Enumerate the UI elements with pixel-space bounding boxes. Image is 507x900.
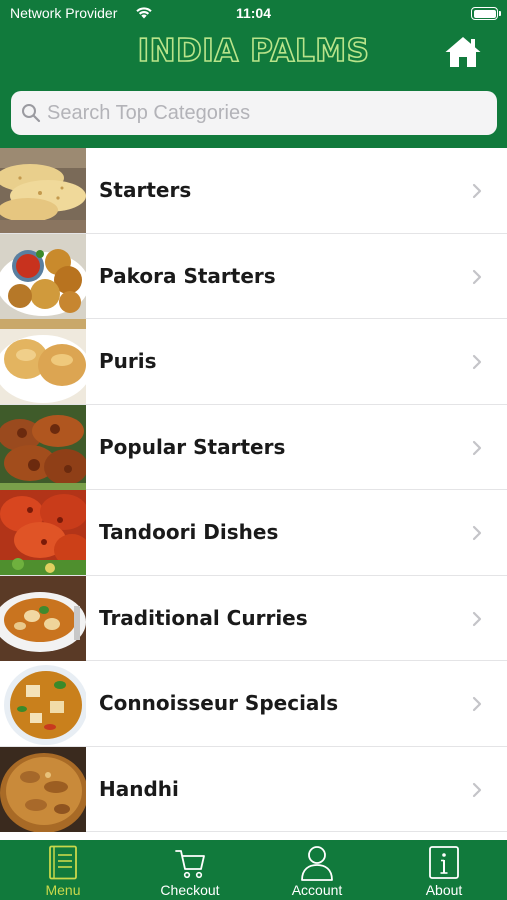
category-label: Handhi [99,776,179,801]
category-thumbnail [0,148,86,233]
chevron-right-icon [472,611,482,626]
list-item[interactable]: Popular Starters [0,404,507,490]
category-thumbnail [0,661,86,746]
category-label: Connoisseur Specials [99,691,339,715]
list-item[interactable]: Starters [0,148,507,234]
menu-book-icon [49,845,77,880]
chevron-right-icon [472,183,482,199]
search-bar[interactable] [11,91,497,135]
category-label: Starters [99,178,192,202]
tab-bar: Menu Checkout Account About [0,840,507,900]
list-item[interactable]: Tandoori Dishes [0,490,507,576]
chevron-right-icon [472,269,482,284]
status-bar: Network Provider 11:04 [0,0,507,28]
cart-icon [175,850,205,879]
chevron-right-icon [472,354,482,370]
battery-icon [471,7,501,20]
info-icon [429,846,459,879]
tab-menu[interactable]: Menu [0,840,126,900]
category-label: Puris [99,349,157,373]
status-time: 11:04 [235,5,272,21]
category-thumbnail [0,746,86,832]
list-item[interactable]: Traditional Curries [0,575,507,661]
category-thumbnail [0,575,86,661]
tab-about[interactable]: About [381,840,507,900]
chevron-right-icon [472,440,482,455]
category-label: Traditional Curries [99,605,308,630]
home-icon[interactable] [444,35,482,69]
list-item[interactable]: Connoisseur Specials [0,661,507,747]
tab-label: Account [291,882,343,898]
tab-label: About [425,882,463,898]
category-thumbnail [0,233,86,319]
tab-label: Checkout [160,882,220,898]
app-title: INDIA PALMS [137,32,370,70]
person-icon [301,846,333,881]
tab-checkout[interactable]: Checkout [127,840,253,900]
chevron-right-icon [472,782,482,797]
tab-label: Menu [45,882,81,898]
header: Network Provider 11:04 INDIA PALMS [0,0,507,148]
category-thumbnail [0,490,86,575]
chevron-right-icon [472,696,482,712]
list-item[interactable]: Handhi [0,746,507,832]
chevron-right-icon [472,525,482,541]
tab-account[interactable]: Account [254,840,380,900]
list-item[interactable]: Pakora Starters [0,233,507,319]
search-icon [22,104,41,123]
search-input[interactable] [47,91,487,135]
category-thumbnail [0,319,86,404]
category-thumbnail [0,404,86,490]
category-label: Popular Starters [99,434,286,459]
category-label: Pakora Starters [99,263,276,288]
category-label: Tandoori Dishes [99,520,279,544]
category-list: Starters Pakora Starters Puris Popular S… [0,148,507,840]
list-item[interactable]: Puris [0,319,507,405]
